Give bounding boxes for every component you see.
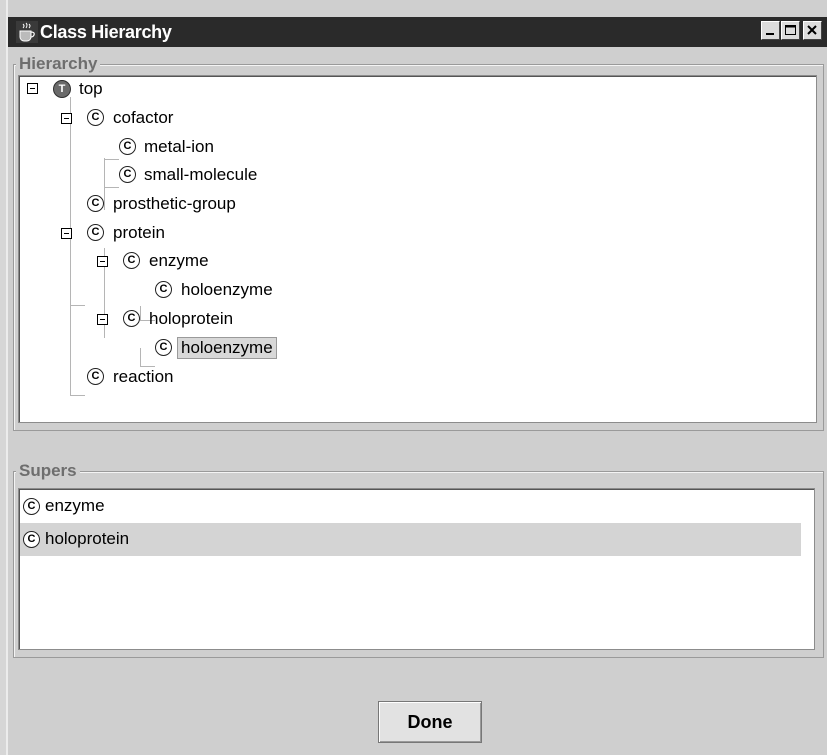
list-item[interactable]: C enzyme [20,490,801,523]
tree-node-top[interactable]: top [79,79,103,99]
tree-node-small-molecule[interactable]: small-molecule [144,165,257,185]
hierarchy-tree[interactable]: T top C cofactor C metal-ion C small-mol… [18,75,817,423]
class-icon: C [123,252,140,269]
supers-group: Supers C enzyme C holoprotein [13,461,824,658]
tree-node-cofactor[interactable]: cofactor [113,108,173,128]
tree-node-metal-ion[interactable]: metal-ion [144,137,214,157]
minimize-icon [766,33,774,35]
class-icon: C [87,368,104,385]
supers-group-label: Supers [16,461,80,481]
class-icon: C [123,310,140,327]
class-icon: C [119,138,136,155]
collapse-icon[interactable] [27,83,38,94]
tree-node-protein[interactable]: protein [113,223,165,243]
tree-connector [140,306,141,320]
close-button[interactable] [803,21,822,40]
class-icon: C [87,224,104,241]
tree-node-reaction[interactable]: reaction [113,367,173,387]
hierarchy-group-label: Hierarchy [16,54,101,74]
tree-connector [70,305,85,306]
list-item-label: enzyme [45,496,105,515]
minimize-button[interactable] [761,21,780,40]
class-icon: C [23,498,40,515]
tree-node-holoenzyme-selected[interactable]: holoenzyme [177,337,277,359]
class-icon: C [23,531,40,548]
class-icon: C [155,339,172,356]
class-hierarchy-window: Class Hierarchy Hierarchy T top C cofact… [6,0,827,755]
thing-icon: T [53,80,71,98]
java-cup-icon[interactable] [16,21,38,43]
supers-list[interactable]: C enzyme C holoprotein [18,488,815,650]
tree-connector [70,97,71,395]
maximize-icon [785,25,796,35]
tree-connector [104,158,105,210]
window-title: Class Hierarchy [40,22,172,42]
class-icon: C [87,195,104,212]
tree-connector [140,348,141,366]
tree-connector [104,187,119,188]
tree-connector [70,395,85,396]
collapse-icon[interactable] [61,228,72,239]
maximize-button[interactable] [781,21,800,40]
collapse-icon[interactable] [97,314,108,325]
tree-connector [104,159,119,160]
collapse-icon[interactable] [97,256,108,267]
tree-node-enzyme[interactable]: enzyme [149,251,209,271]
class-icon: C [87,109,104,126]
class-icon: C [155,281,172,298]
hierarchy-group: Hierarchy T top C cofactor C metal-ion C… [13,54,824,431]
tree-node-holoenzyme[interactable]: holoenzyme [181,280,273,300]
tree-node-prosthetic-group[interactable]: prosthetic-group [113,194,236,214]
class-icon: C [119,166,136,183]
collapse-icon[interactable] [61,113,72,124]
tree-node-holoprotein[interactable]: holoprotein [149,309,233,329]
title-bar[interactable]: Class Hierarchy [8,17,827,47]
list-item-label: holoprotein [45,529,130,548]
done-button[interactable]: Done [378,701,482,743]
list-item-selected[interactable]: C holoprotein [20,523,801,556]
close-icon [807,25,817,35]
